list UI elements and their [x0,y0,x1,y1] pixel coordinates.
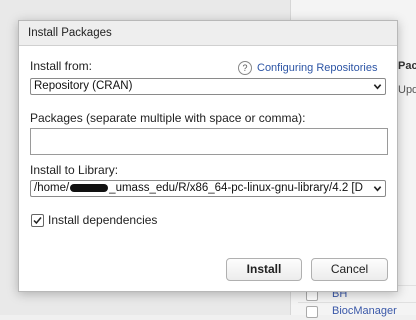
install-from-select[interactable]: Repository (CRAN) [30,78,386,95]
install-to-library-label: Install to Library: [30,163,119,177]
checkmark-icon [33,216,42,224]
packages-input[interactable] [30,128,388,155]
packages-label: Packages (separate multiple with space o… [30,111,306,125]
packages-toolbar-update[interactable]: Upd [398,84,416,96]
redacted-username [70,183,109,192]
help-link-text[interactable]: Configuring Repositories [257,62,377,74]
install-packages-dialog: Install Packages Install from: ? Configu… [18,20,398,292]
chevron-down-icon [373,84,382,90]
install-dependencies-option[interactable]: Install dependencies [31,213,157,227]
chevron-down-icon [373,186,382,192]
cancel-button[interactable]: Cancel [311,258,388,281]
install-from-label: Install from: [30,59,93,73]
install-button[interactable]: Install [226,258,302,281]
package-link[interactable]: BiocManager [332,305,397,317]
help-icon: ? [238,61,252,75]
table-row[interactable]: BiocManager [298,302,416,320]
install-dependencies-label: Install dependencies [48,213,158,227]
packages-column-header: Pac [398,60,416,72]
configuring-repositories-link[interactable]: ? Configuring Repositories [238,61,377,75]
install-dependencies-checkbox[interactable] [31,213,44,227]
row-checkbox[interactable] [306,306,318,318]
dialog-title: Install Packages [19,21,397,46]
library-path-suffix: _umass_edu/R/x86_64-pc-linux-gnu-library… [109,182,363,194]
install-to-library-select[interactable]: /home/ _umass_edu/R/x86_64-pc-linux-gnu-l… [30,180,386,197]
library-path-prefix: /home/ [34,182,70,194]
install-from-value: Repository (CRAN) [34,80,133,92]
library-path-value: /home/ _umass_edu/R/x86_64-pc-linux-gnu-l… [34,181,363,196]
